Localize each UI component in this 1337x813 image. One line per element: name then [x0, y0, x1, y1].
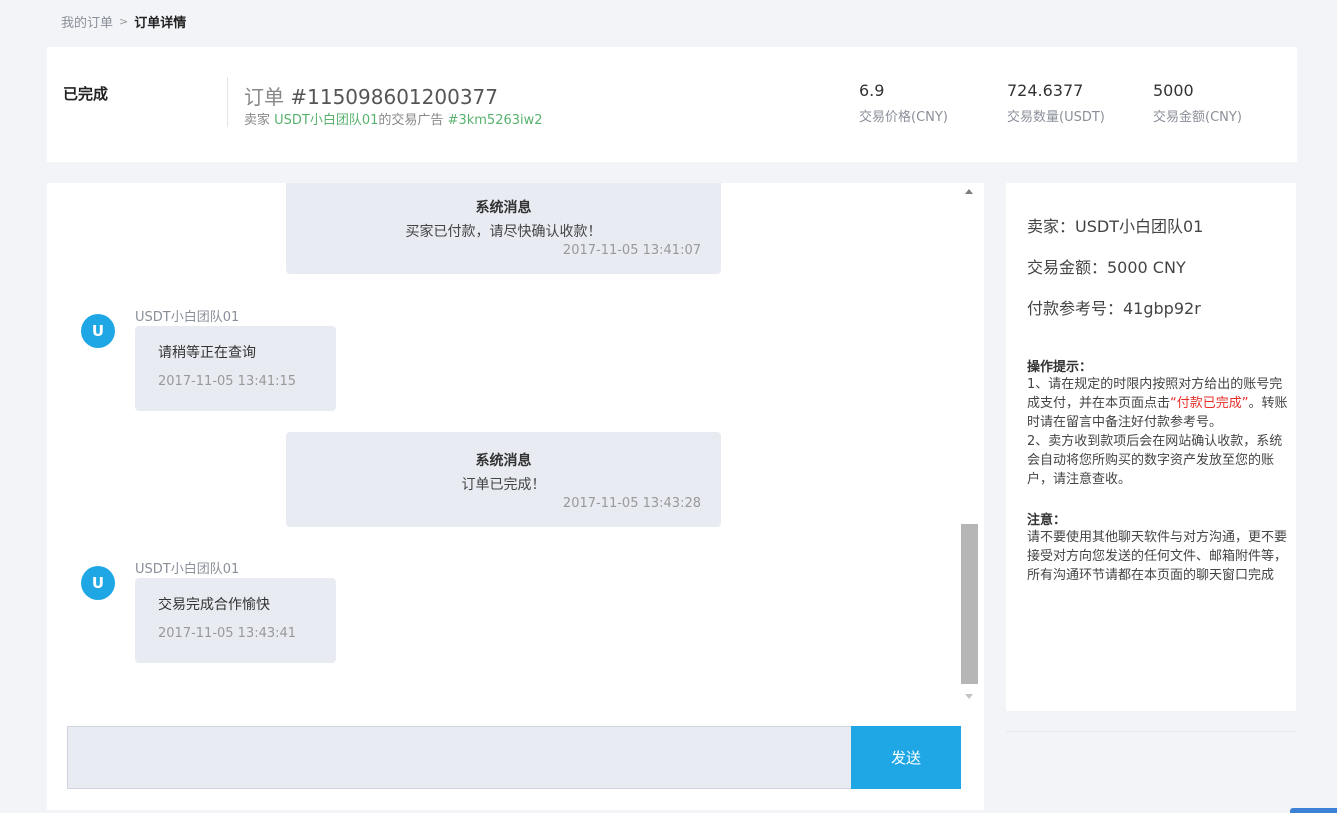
breadcrumb-my-orders[interactable]: 我的订单 [61, 12, 113, 31]
stat-price: 6.9 交易价格(CNY) [859, 81, 948, 125]
order-subtitle: 卖家 USDT小白团队01的交易广告 #3km5263iw2 [244, 109, 543, 128]
order-title-prefix: 订单 [244, 85, 284, 109]
scroll-up-arrow-icon[interactable] [965, 189, 973, 194]
tips-highlight: “付款已完成” [1170, 396, 1249, 411]
breadcrumb: 我的订单 > 订单详情 [61, 12, 186, 31]
send-button[interactable]: 发送 [851, 726, 961, 789]
avatar: U [81, 314, 115, 348]
breadcrumb-separator: > [119, 15, 129, 28]
system-message: 系统消息 订单已完成！ 2017-11-05 13:43:28 [286, 432, 721, 527]
system-message-title: 系统消息 [475, 200, 532, 216]
info-payment-reference: 付款参考号：41gbp92r [1027, 299, 1201, 318]
order-status: 已完成 [63, 85, 109, 103]
warning-title: 注意： [1027, 513, 1067, 528]
seller-link[interactable]: USDT小白团队01 [274, 113, 378, 128]
system-message-title: 系统消息 [475, 453, 532, 469]
stat-quantity-label: 交易数量(USDT) [1007, 110, 1105, 125]
user-message-body: 交易完成合作愉快 [158, 597, 270, 613]
user-message-name: USDT小白团队01 [135, 562, 240, 577]
user-message-time: 2017-11-05 13:43:41 [158, 626, 297, 641]
corner-widget[interactable] [1290, 808, 1337, 813]
system-message-time: 2017-11-05 13:43:28 [562, 496, 701, 511]
system-message-body: 买家已付款，请尽快确认收款！ [405, 224, 602, 240]
info-seller: 卖家：USDT小白团队01 [1027, 217, 1204, 236]
side-divider [1006, 731, 1296, 732]
tips-text-3: 2、卖方收到款项后会在网站确认收款，系统会自动将您所购买的数字资产发放至您的账户… [1027, 434, 1283, 487]
stat-quantity-value: 724.6377 [1007, 81, 1084, 100]
user-message-body: 请稍等正在查询 [158, 345, 256, 361]
ad-code-link[interactable]: #3km5263iw2 [448, 113, 543, 128]
chat-message-list[interactable]: 系统消息 买家已付款，请尽快确认收款！ 2017-11-05 13:41:07 … [47, 183, 984, 705]
tips-body: 1、请在规定的时限内按照对方给出的账号完成支付，并在本页面点击“付款已完成”。转… [1027, 375, 1289, 489]
stat-total: 5000 交易金额(CNY) [1153, 81, 1242, 125]
order-info-panel: 卖家：USDT小白团队01 交易金额：5000 CNY 付款参考号：41gbp9… [1006, 183, 1296, 711]
chat-scrollbar[interactable] [961, 183, 978, 705]
order-title: 订单 #115098601200377 [244, 81, 498, 110]
chat-input[interactable] [67, 726, 851, 789]
system-message: 系统消息 买家已付款，请尽快确认收款！ 2017-11-05 13:41:07 [286, 183, 721, 274]
seller-prefix: 卖家 [244, 113, 271, 128]
order-number: #115098601200377 [290, 85, 498, 109]
stat-price-label: 交易价格(CNY) [859, 110, 948, 125]
ad-text: 的交易广告 [378, 113, 444, 128]
user-message-bubble: 交易完成合作愉快 2017-11-05 13:43:41 [135, 578, 336, 663]
system-message-time: 2017-11-05 13:41:07 [562, 243, 701, 258]
avatar: U [81, 566, 115, 600]
user-message-name: USDT小白团队01 [135, 310, 240, 325]
system-message-body: 订单已完成！ [461, 477, 546, 493]
scrollbar-thumb[interactable] [961, 524, 978, 684]
info-amount: 交易金额：5000 CNY [1027, 258, 1186, 277]
stat-total-label: 交易金额(CNY) [1153, 110, 1242, 125]
tips-title: 操作提示： [1027, 360, 1093, 375]
summary-divider [227, 77, 228, 127]
chat-panel: 系统消息 买家已付款，请尽快确认收款！ 2017-11-05 13:41:07 … [47, 183, 984, 810]
warning-body: 请不要使用其他聊天软件与对方沟通，更不要接受对方向您发送的任何文件、邮箱附件等，… [1027, 530, 1288, 583]
stat-quantity: 724.6377 交易数量(USDT) [1007, 81, 1105, 125]
order-summary-card: 已完成 订单 #115098601200377 卖家 USDT小白团队01的交易… [47, 47, 1297, 162]
scroll-down-arrow-icon[interactable] [965, 694, 973, 699]
user-message-bubble: 请稍等正在查询 2017-11-05 13:41:15 [135, 326, 336, 411]
breadcrumb-current: 订单详情 [134, 16, 187, 31]
user-message-time: 2017-11-05 13:41:15 [158, 374, 297, 389]
stat-price-value: 6.9 [859, 81, 885, 100]
stat-total-value: 5000 [1153, 81, 1194, 100]
